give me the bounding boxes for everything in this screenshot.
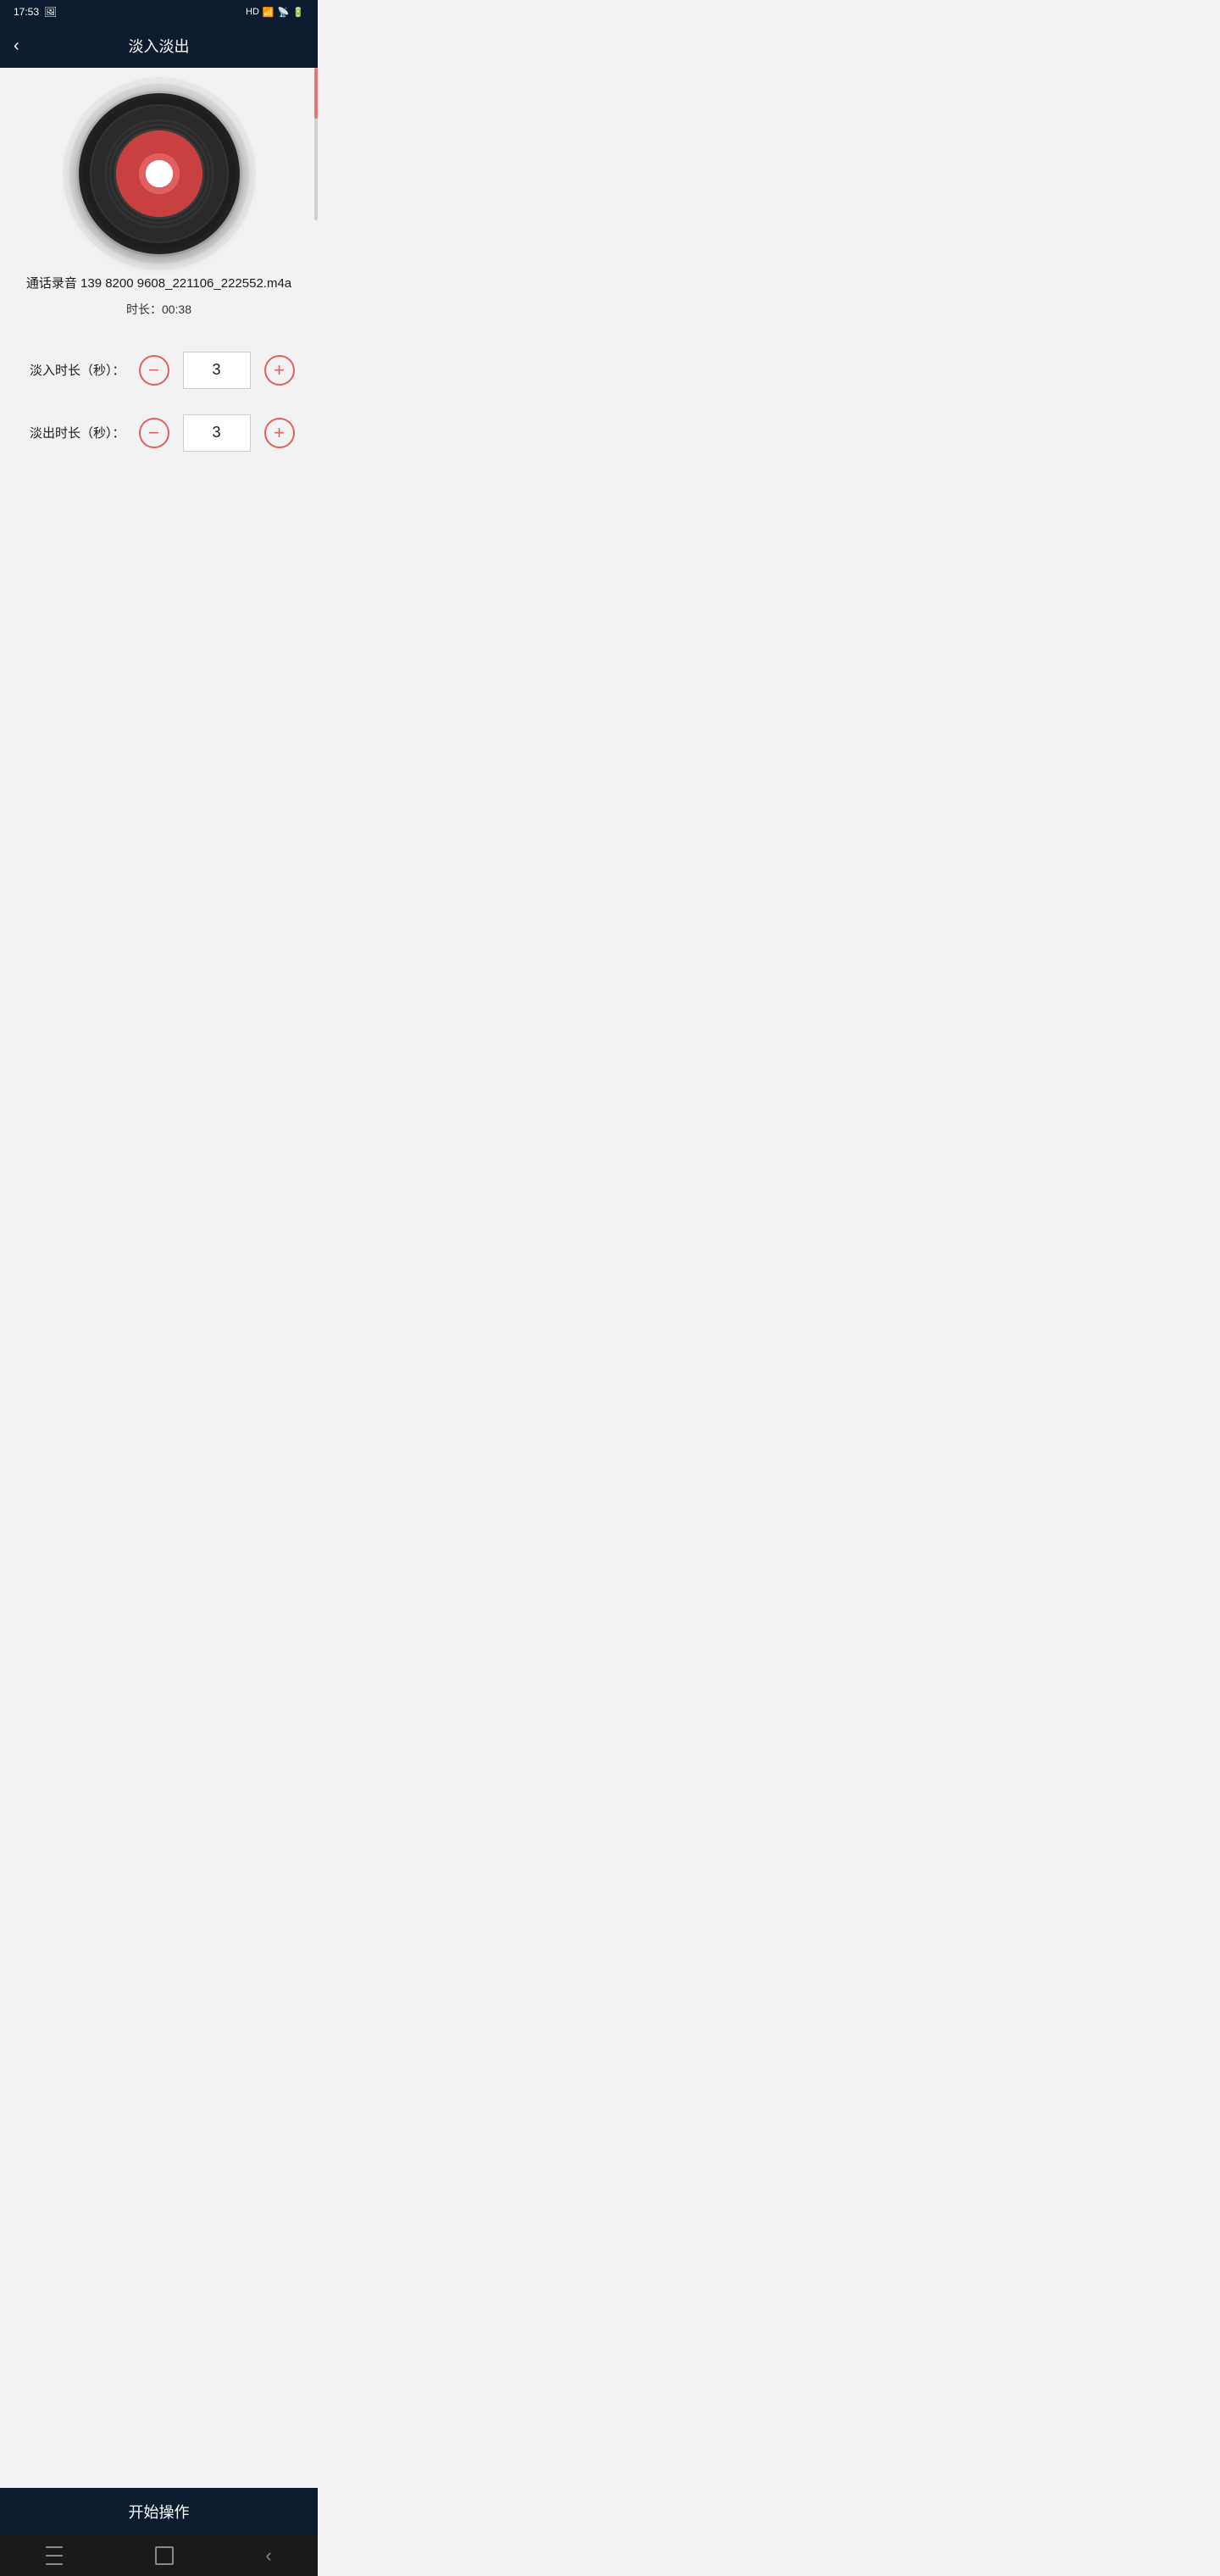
hd-badge: HD [246, 7, 259, 17]
page-title: 淡入淡出 [129, 35, 190, 57]
menu-icon [46, 2545, 63, 2567]
file-name: 通话录音 139 8200 9608_221106_222552.m4a [26, 275, 291, 294]
vinyl-container [79, 93, 240, 254]
fade-out-minus-button[interactable]: − [139, 418, 169, 448]
signal-icon: 📡 [278, 7, 290, 18]
fade-out-row: 淡出时长（秒）： − + [22, 414, 296, 452]
status-bar-left: 17:53 🖼 [14, 6, 57, 18]
fade-in-input[interactable] [183, 352, 251, 389]
start-button[interactable]: 开始操作 [0, 2488, 318, 2535]
time-display: 17:53 [14, 6, 39, 18]
nav-menu-button[interactable] [46, 2545, 63, 2567]
controls-area: 淡入时长（秒）： − + 淡出时长（秒）： − + [14, 352, 304, 477]
nav-back-button[interactable]: ‹ [265, 2545, 271, 2567]
status-bar: 17:53 🖼 HD 📶 📡 🔋 [0, 0, 318, 24]
menu-line-1 [46, 2546, 63, 2548]
fade-out-input[interactable] [183, 414, 251, 452]
fade-in-row: 淡入时长（秒）： − + [22, 352, 296, 389]
nav-home-button[interactable] [155, 2546, 174, 2565]
wifi-icon: 📶 [263, 7, 274, 18]
status-bar-right: HD 📶 📡 🔋 [246, 7, 304, 18]
back-button[interactable]: ‹ [14, 36, 19, 56]
app-header: ‹ 淡入淡出 [0, 24, 318, 68]
fade-in-label: 淡入时长（秒）： [24, 361, 125, 379]
fade-in-plus-button[interactable]: + [264, 355, 295, 386]
vinyl-record [79, 93, 240, 254]
menu-line-3 [46, 2563, 63, 2565]
menu-line-2 [46, 2555, 63, 2557]
fade-in-minus-button[interactable]: − [139, 355, 169, 386]
file-duration: 时长：00:38 [126, 301, 191, 318]
navigation-bar: ‹ [0, 2535, 318, 2576]
gallery-icon: 🖼 [44, 6, 57, 18]
home-icon [155, 2546, 174, 2565]
scrollbar-track[interactable] [314, 68, 318, 220]
bottom-bar: 开始操作 [0, 2488, 318, 2535]
fade-out-label: 淡出时长（秒）： [24, 424, 125, 441]
main-content: 通话录音 139 8200 9608_221106_222552.m4a 时长：… [0, 68, 318, 731]
battery-icon: 🔋 [292, 7, 304, 18]
fade-out-plus-button[interactable]: + [264, 418, 295, 448]
back-icon: ‹ [265, 2545, 271, 2567]
scrollbar-thumb[interactable] [314, 68, 318, 119]
